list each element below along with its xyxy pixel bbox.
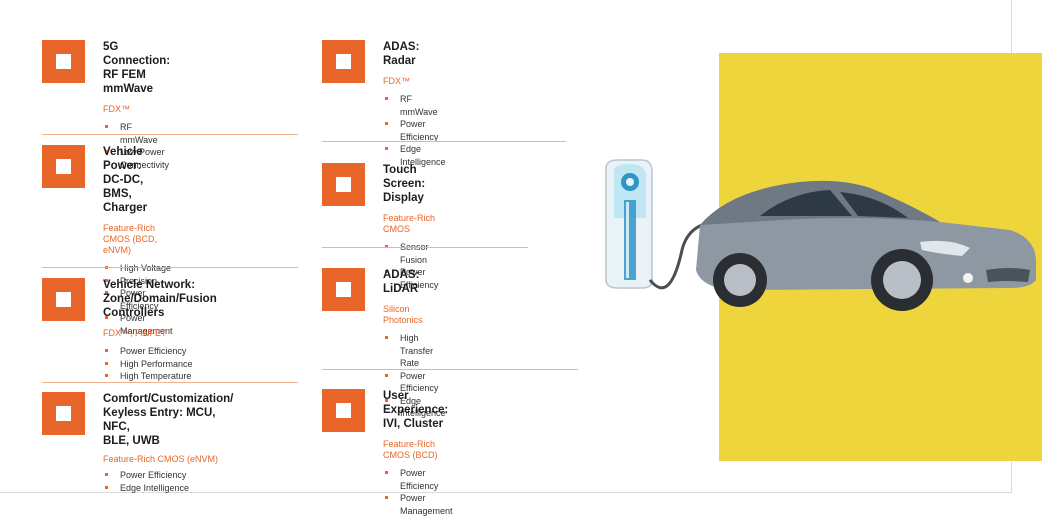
bullet-item: Power Management [383,492,453,517]
feature-title: ADAS: Radar [383,41,420,67]
bullet-item: RF mmWave [383,93,446,118]
feature-tech: Feature-Rich CMOS (BCD, eNVM) [103,223,157,255]
divider [322,369,578,370]
ev-charging-illustration [605,159,1036,311]
bullet-item: Power Efficiency [103,345,217,358]
feature-title: ADAS: LiDAR [383,269,420,295]
feature-title: Comfort/Customization/ Keyless Entry: MC… [103,393,234,447]
charging-station-icon [605,159,653,289]
feature-tech: FDX™, FINFET [103,328,167,338]
bullet-item: Power Efficiency [103,469,233,482]
bullet-item: Sensor Fusion [383,241,438,266]
square-icon [322,268,365,311]
square-icon [42,392,85,435]
square-icon [322,40,365,83]
square-icon [322,389,365,432]
feature-title: Vehicle Power: DC-DC, BMS, Charger [103,146,148,214]
square-icon [42,278,85,321]
car-icon [696,180,1036,311]
divider [322,141,566,142]
bullet-item: Power Efficiency [383,118,446,143]
bullet-item: High Temperature [103,370,217,383]
feature-tech: FDX™ [383,76,410,86]
square-icon [322,163,365,206]
feature-text: ADAS: Radar FDX™ RF mmWave Power Efficie… [383,40,446,168]
bullet-item: High Voltage [103,262,173,275]
square-icon [42,40,85,83]
feature-text: Comfort/Customization/ Keyless Entry: MC… [103,392,233,494]
feature-tech: Feature-Rich CMOS (eNVM) [103,454,219,464]
feature-text: Vehicle Network: Zone/Domain/Fusion Cont… [103,278,217,383]
square-icon [42,145,85,188]
bullet-item: Power Efficiency [383,467,453,492]
feature-text: User Experience: IVI, Cluster Feature-Ri… [383,389,453,517]
feature-bullets: Power Efficiency High Performance High T… [103,345,217,383]
bullet-item: High Performance [103,358,217,371]
feature-tech: FDX™ [103,104,130,114]
feature-tech: Silicon Photonics [383,304,423,325]
bullet-item: Edge Intelligence [103,482,233,495]
divider [42,382,298,383]
feature-title: User Experience: IVI, Cluster [383,390,449,430]
feature-bullets: Power Efficiency Power Management [383,467,453,517]
divider [42,267,298,268]
feature-title: 5G Connection: RF FEM mmWave [103,41,171,95]
divider [322,247,528,248]
feature-title: Vehicle Network: Zone/Domain/Fusion Cont… [103,279,217,319]
feature-title: Touch Screen: Display [383,164,426,204]
feature-tech: Feature-Rich CMOS [383,213,436,234]
feature-bullets: RF mmWave Power Efficiency Edge Intellig… [383,93,446,168]
bullet-item: High Transfer Rate [383,332,446,370]
feature-tech: Feature-Rich CMOS (BCD) [383,439,438,460]
feature-bullets: Power Efficiency Edge Intelligence [103,469,233,494]
divider [42,134,298,135]
